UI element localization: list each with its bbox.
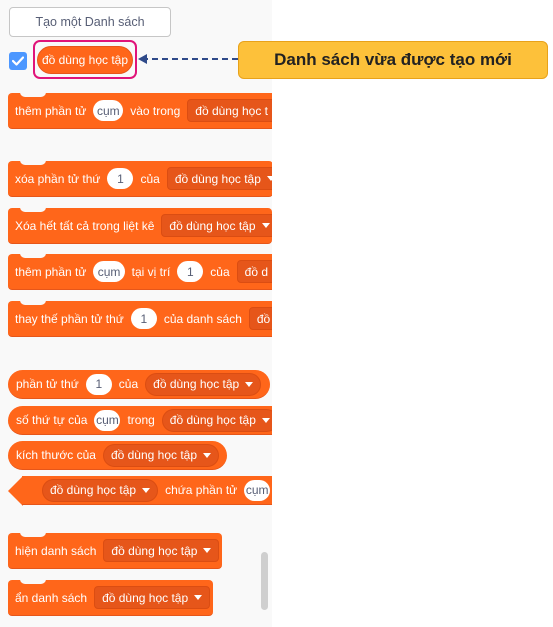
list-dropdown[interactable]: đồ dùng học tập	[42, 478, 159, 502]
list-dropdown[interactable]: đồ dùng học tập	[161, 408, 272, 432]
annotation-label: Danh sách vừa được tạo mới	[274, 50, 512, 69]
delete-item-block[interactable]: xóa phần tử thứ 1 của đồ dùng học tập	[8, 161, 272, 197]
block-text: của	[210, 264, 230, 279]
checkmark-icon	[12, 56, 24, 66]
item-of-list-reporter[interactable]: phần tử thứ 1 của đồ dùng học tập	[8, 370, 270, 399]
block-text: thêm phần tử	[15, 264, 87, 279]
block-text: tại vị trí	[131, 264, 171, 279]
block-text: của danh sách	[163, 311, 242, 326]
dropdown-label: đồ dùng học tập	[169, 413, 256, 427]
list-visible-checkbox[interactable]	[9, 52, 27, 70]
index-input[interactable]: 1	[130, 308, 157, 329]
block-text: kích thước của	[16, 448, 96, 462]
item-input[interactable]: cụm	[94, 409, 121, 431]
dropdown-label: đồ dùng học t	[195, 103, 268, 118]
index-input[interactable]: 1	[85, 373, 112, 395]
block-text: xóa phần tử thứ	[15, 171, 101, 186]
show-list-block[interactable]: hiện danh sách đồ dùng học tập	[8, 533, 222, 569]
list-dropdown[interactable]: đồ dùng học tập	[145, 372, 262, 396]
index-input[interactable]: 1	[107, 168, 134, 189]
list-dropdown[interactable]: đồ d	[236, 260, 272, 283]
block-text: thay thế phần tử thứ	[15, 311, 124, 326]
dropdown-label: đồ	[256, 311, 271, 326]
dropdown-label: đồ dùng học tập	[174, 171, 261, 186]
block-text: chứa phần tử	[165, 483, 238, 497]
block-text: trong	[127, 413, 155, 427]
index-input[interactable]: 1	[177, 261, 204, 282]
delete-all-block[interactable]: Xóa hết tất cả trong liệt kê đồ dùng học…	[8, 208, 272, 244]
item-input[interactable]: cụm	[93, 261, 125, 282]
item-input[interactable]: cụm	[93, 100, 124, 121]
boolean-block-tip	[8, 476, 23, 506]
list-dropdown[interactable]: đồ dùng học tập	[166, 167, 272, 190]
chevron-down-icon	[261, 223, 270, 228]
block-text: thêm phần tử	[15, 103, 87, 118]
list-contains-boolean[interactable]: đồ dùng học tập chứa phần tử cụm ?	[22, 476, 272, 505]
dropdown-label: đồ dùng học tập	[169, 218, 256, 233]
block-text: ẩn danh sách	[15, 590, 88, 605]
list-length-reporter[interactable]: kích thước của đồ dùng học tập	[8, 441, 227, 470]
block-text: vào trong	[130, 103, 181, 118]
dropdown-label: đồ dùng học tập	[50, 483, 137, 497]
palette-scrollbar[interactable]	[261, 552, 268, 610]
block-palette: Tạo một Danh sách đồ dùng học tập thêm p…	[0, 0, 272, 627]
dropdown-label: đồ dùng học tập	[153, 377, 240, 391]
new-list-highlight	[33, 40, 137, 79]
annotation-callout: Danh sách vừa được tạo mới	[238, 41, 548, 79]
add-item-block[interactable]: thêm phần tử cụm vào trong đồ dùng học t	[8, 93, 272, 129]
list-dropdown[interactable]: đồ dùng học tập	[94, 586, 211, 609]
block-text: phần tử thứ	[16, 377, 79, 391]
dropdown-label: đồ dùng học tập	[110, 448, 198, 462]
list-dropdown[interactable]: đồ dùng học tập	[102, 443, 220, 467]
make-list-button[interactable]: Tạo một Danh sách	[9, 7, 171, 37]
item-input[interactable]: cụm	[244, 479, 271, 501]
list-dropdown[interactable]: đồ dùng học tập	[161, 214, 272, 237]
block-text: của	[118, 377, 139, 391]
chevron-down-icon	[194, 595, 203, 600]
hide-list-block[interactable]: ẩn danh sách đồ dùng học tập	[8, 580, 213, 616]
block-text: số thứ tự của	[16, 413, 88, 427]
arrow-left-icon	[138, 54, 147, 64]
item-index-reporter[interactable]: số thứ tự của cụm trong đồ dùng học tập	[8, 406, 272, 435]
list-dropdown[interactable]: đồ	[248, 307, 272, 330]
dropdown-label: đồ dùng học tập	[102, 590, 189, 605]
chevron-down-icon	[261, 417, 270, 423]
list-dropdown[interactable]: đồ dùng học tập	[103, 539, 220, 562]
list-dropdown[interactable]: đồ dùng học t	[187, 99, 272, 122]
chevron-down-icon	[266, 176, 272, 181]
dropdown-label: đồ dùng học tập	[111, 543, 198, 558]
block-text: Xóa hết tất cả trong liệt kê	[15, 218, 155, 233]
block-text: của	[140, 171, 160, 186]
chevron-down-icon	[203, 452, 212, 458]
chevron-down-icon	[203, 548, 212, 553]
block-text: hiện danh sách	[15, 543, 97, 558]
insert-item-block[interactable]: thêm phần tử cụm tại vị trí 1 của đồ d	[8, 254, 272, 290]
dropdown-label: đồ d	[244, 264, 268, 279]
replace-item-block[interactable]: thay thế phần tử thứ 1 của danh sách đồ	[8, 301, 272, 337]
chevron-down-icon	[245, 381, 254, 387]
annotation-arrow-line	[142, 58, 238, 60]
chevron-down-icon	[142, 487, 151, 493]
